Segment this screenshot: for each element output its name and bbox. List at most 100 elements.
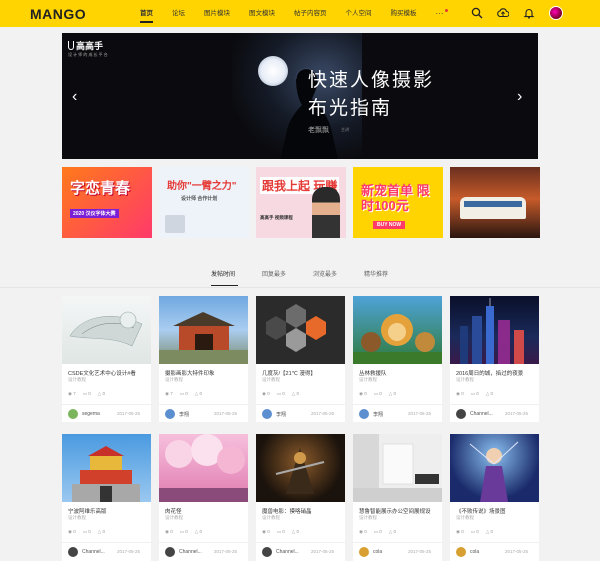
likes-stat: △ 0 [195, 391, 202, 397]
nav-item-image-module[interactable]: 图片模块 [204, 0, 230, 27]
card-category: 设计教程 [456, 377, 474, 382]
post-date: 2017-05-25 [311, 549, 335, 554]
comments-count: 0 [282, 391, 285, 396]
promo-card-1[interactable]: 字恋青春 2020 汉仪字体大赛 [62, 167, 152, 238]
user-avatar[interactable] [549, 6, 563, 20]
author-avatar[interactable] [68, 409, 78, 419]
card-divider [450, 542, 539, 543]
nav-item-post-content[interactable]: 帖子内容页 [294, 0, 327, 27]
likes-count: 0 [199, 529, 202, 534]
card-image [450, 296, 539, 364]
comments-count: 0 [185, 391, 188, 396]
comments-stat: ▭ 0 [180, 529, 188, 535]
tab-most-views[interactable]: 浏览最多 [313, 269, 337, 278]
post-card[interactable]: CSDE文化艺术中心设计#看 设计教程 ◉ 7 ▭ 0 △ 0 segema 2… [62, 296, 151, 422]
author-name[interactable]: cola [373, 549, 405, 555]
post-card[interactable]: 慧鲁智能展示办公空间展规设 设计教程 ◉ 0 ▭ 0 △ 0 cola 2017… [353, 434, 442, 561]
hero-banner[interactable]: 高高手 设 计 师 的 成 长 平 台 快速人像摄影 布光指南 老飘飘 主讲 ‹… [62, 33, 538, 159]
author-avatar[interactable] [262, 409, 272, 419]
nav-item-image-text-module[interactable]: 图文模块 [249, 0, 275, 27]
likes-count: 0 [393, 529, 396, 534]
comments-stat: ▭ 0 [277, 391, 285, 397]
author-avatar[interactable] [165, 409, 175, 419]
nav-item-more[interactable]: ··· [436, 0, 448, 27]
post-card[interactable]: 宁波阿维乐高版 设计教程 ◉ 0 ▭ 0 △ 0 Channel... 2017… [62, 434, 151, 561]
post-card[interactable]: 魔兽电影：摸咯硝晶 设计教程 ◉ 0 ▭ 0 △ 0 Channel... 20… [256, 434, 345, 561]
author-name[interactable]: Channel... [179, 549, 211, 555]
card-title: 几度灰/【21℃ 漫得】 [262, 371, 316, 377]
likes-count: 0 [199, 391, 202, 396]
author-avatar[interactable] [456, 409, 466, 419]
card-title: 摄影画影大特件印象 [165, 371, 215, 377]
notification-dot [444, 9, 448, 12]
comments-count: 0 [379, 529, 382, 534]
sort-tabs: 发帖时间 回复最多 浏览最多 精华推荐 [0, 266, 600, 287]
banner-title-line2: 布光指南 [308, 98, 393, 119]
author-avatar[interactable] [456, 547, 466, 557]
post-card[interactable]: 肉花怪 设计教程 ◉ 0 ▭ 0 △ 0 Channel... 2017-05-… [159, 434, 248, 561]
post-date: 2017-05-25 [408, 411, 432, 416]
card-image [256, 434, 345, 502]
card-image [450, 434, 539, 502]
post-card[interactable]: 2016周日的城，掐过的夜景 设计教程 ◉ 0 ▭ 0 △ 0 Channel.… [450, 296, 539, 422]
card-stats: ◉ 0 ▭ 0 △ 0 [68, 529, 112, 535]
author-avatar[interactable] [165, 547, 175, 557]
author-avatar[interactable] [359, 547, 369, 557]
comments-stat: ▭ 0 [374, 391, 382, 397]
author-name[interactable]: 李翔 [179, 411, 211, 418]
promo-card-4[interactable]: 新宠首单 限时100元 BUY NOW [353, 167, 443, 238]
author-avatar[interactable] [359, 409, 369, 419]
warcraft-image [275, 448, 325, 494]
banner-next-arrow[interactable]: › [517, 89, 522, 105]
author-name[interactable]: Channel... [470, 411, 502, 417]
card-stats: ◉ 0 ▭ 0 △ 0 [262, 391, 306, 397]
comments-count: 0 [476, 529, 479, 534]
card-image [159, 296, 248, 364]
likes-stat: △ 0 [195, 529, 202, 535]
promo-card-5[interactable] [450, 167, 540, 238]
card-category: 设计教程 [165, 515, 183, 520]
card-divider [256, 542, 345, 543]
author-name[interactable]: Channel... [276, 549, 308, 555]
author-name[interactable]: segema [82, 411, 114, 417]
likes-count: 0 [296, 529, 299, 534]
nav-item-forum[interactable]: 论坛 [172, 0, 185, 27]
tabs-divider [0, 287, 600, 288]
tab-post-time[interactable]: 发帖时间 [211, 269, 235, 278]
card-divider [159, 542, 248, 543]
site-logo[interactable]: MANGO [30, 6, 86, 22]
author-avatar[interactable] [262, 547, 272, 557]
card-image [62, 434, 151, 502]
banner-prev-arrow[interactable]: ‹ [72, 89, 77, 105]
post-card[interactable]: 丛林救援队 设计教程 ◉ 0 ▭ 0 △ 0 李翔 2017-05-25 [353, 296, 442, 422]
comments-count: 0 [379, 391, 382, 396]
post-card[interactable]: 几度灰/【21℃ 漫得】 设计教程 ◉ 0 ▭ 0 △ 0 李翔 2017-05… [256, 296, 345, 422]
views-stat: ◉ 0 [359, 529, 367, 535]
post-date: 2017-05-25 [505, 411, 529, 416]
post-card[interactable]: 摄影画影大特件印象 设计教程 ◉ 7 ▭ 0 △ 0 李翔 2017-05-25 [159, 296, 248, 422]
upload-icon[interactable] [497, 7, 509, 19]
nav-item-home[interactable]: 首页 [140, 0, 153, 27]
author-name[interactable]: Channel... [82, 549, 114, 555]
promo-card-2[interactable]: 助你"一臂之力" 设计师 合作计划 [159, 167, 249, 238]
search-icon[interactable] [471, 7, 483, 19]
card-image [353, 296, 442, 364]
tab-most-replies[interactable]: 回复最多 [262, 269, 286, 278]
tab-featured[interactable]: 精华推荐 [364, 269, 388, 278]
author-name[interactable]: cola [470, 549, 502, 555]
bell-icon[interactable] [523, 7, 535, 19]
nav-item-personal-space[interactable]: 个人空间 [346, 0, 372, 27]
promo-card-3[interactable]: 跟我上起 玩赚 高高手 视频课程 [256, 167, 346, 238]
card-stats: ◉ 0 ▭ 0 △ 0 [262, 529, 306, 535]
author-avatar[interactable] [68, 547, 78, 557]
likes-count: 0 [490, 391, 493, 396]
fantasy-character-image [469, 441, 519, 502]
author-name[interactable]: 李翔 [373, 411, 405, 418]
author-name[interactable]: 李翔 [276, 411, 308, 418]
post-card[interactable]: 《不败传说》场景图 设计教程 ◉ 0 ▭ 0 △ 0 cola 2017-05-… [450, 434, 539, 561]
blossom-image [159, 434, 248, 502]
views-count: 0 [267, 391, 270, 396]
nav-item-buy-template[interactable]: 购买模板 [391, 0, 417, 27]
card-stats: ◉ 0 ▭ 0 △ 0 [359, 529, 403, 535]
card-image [256, 296, 345, 364]
